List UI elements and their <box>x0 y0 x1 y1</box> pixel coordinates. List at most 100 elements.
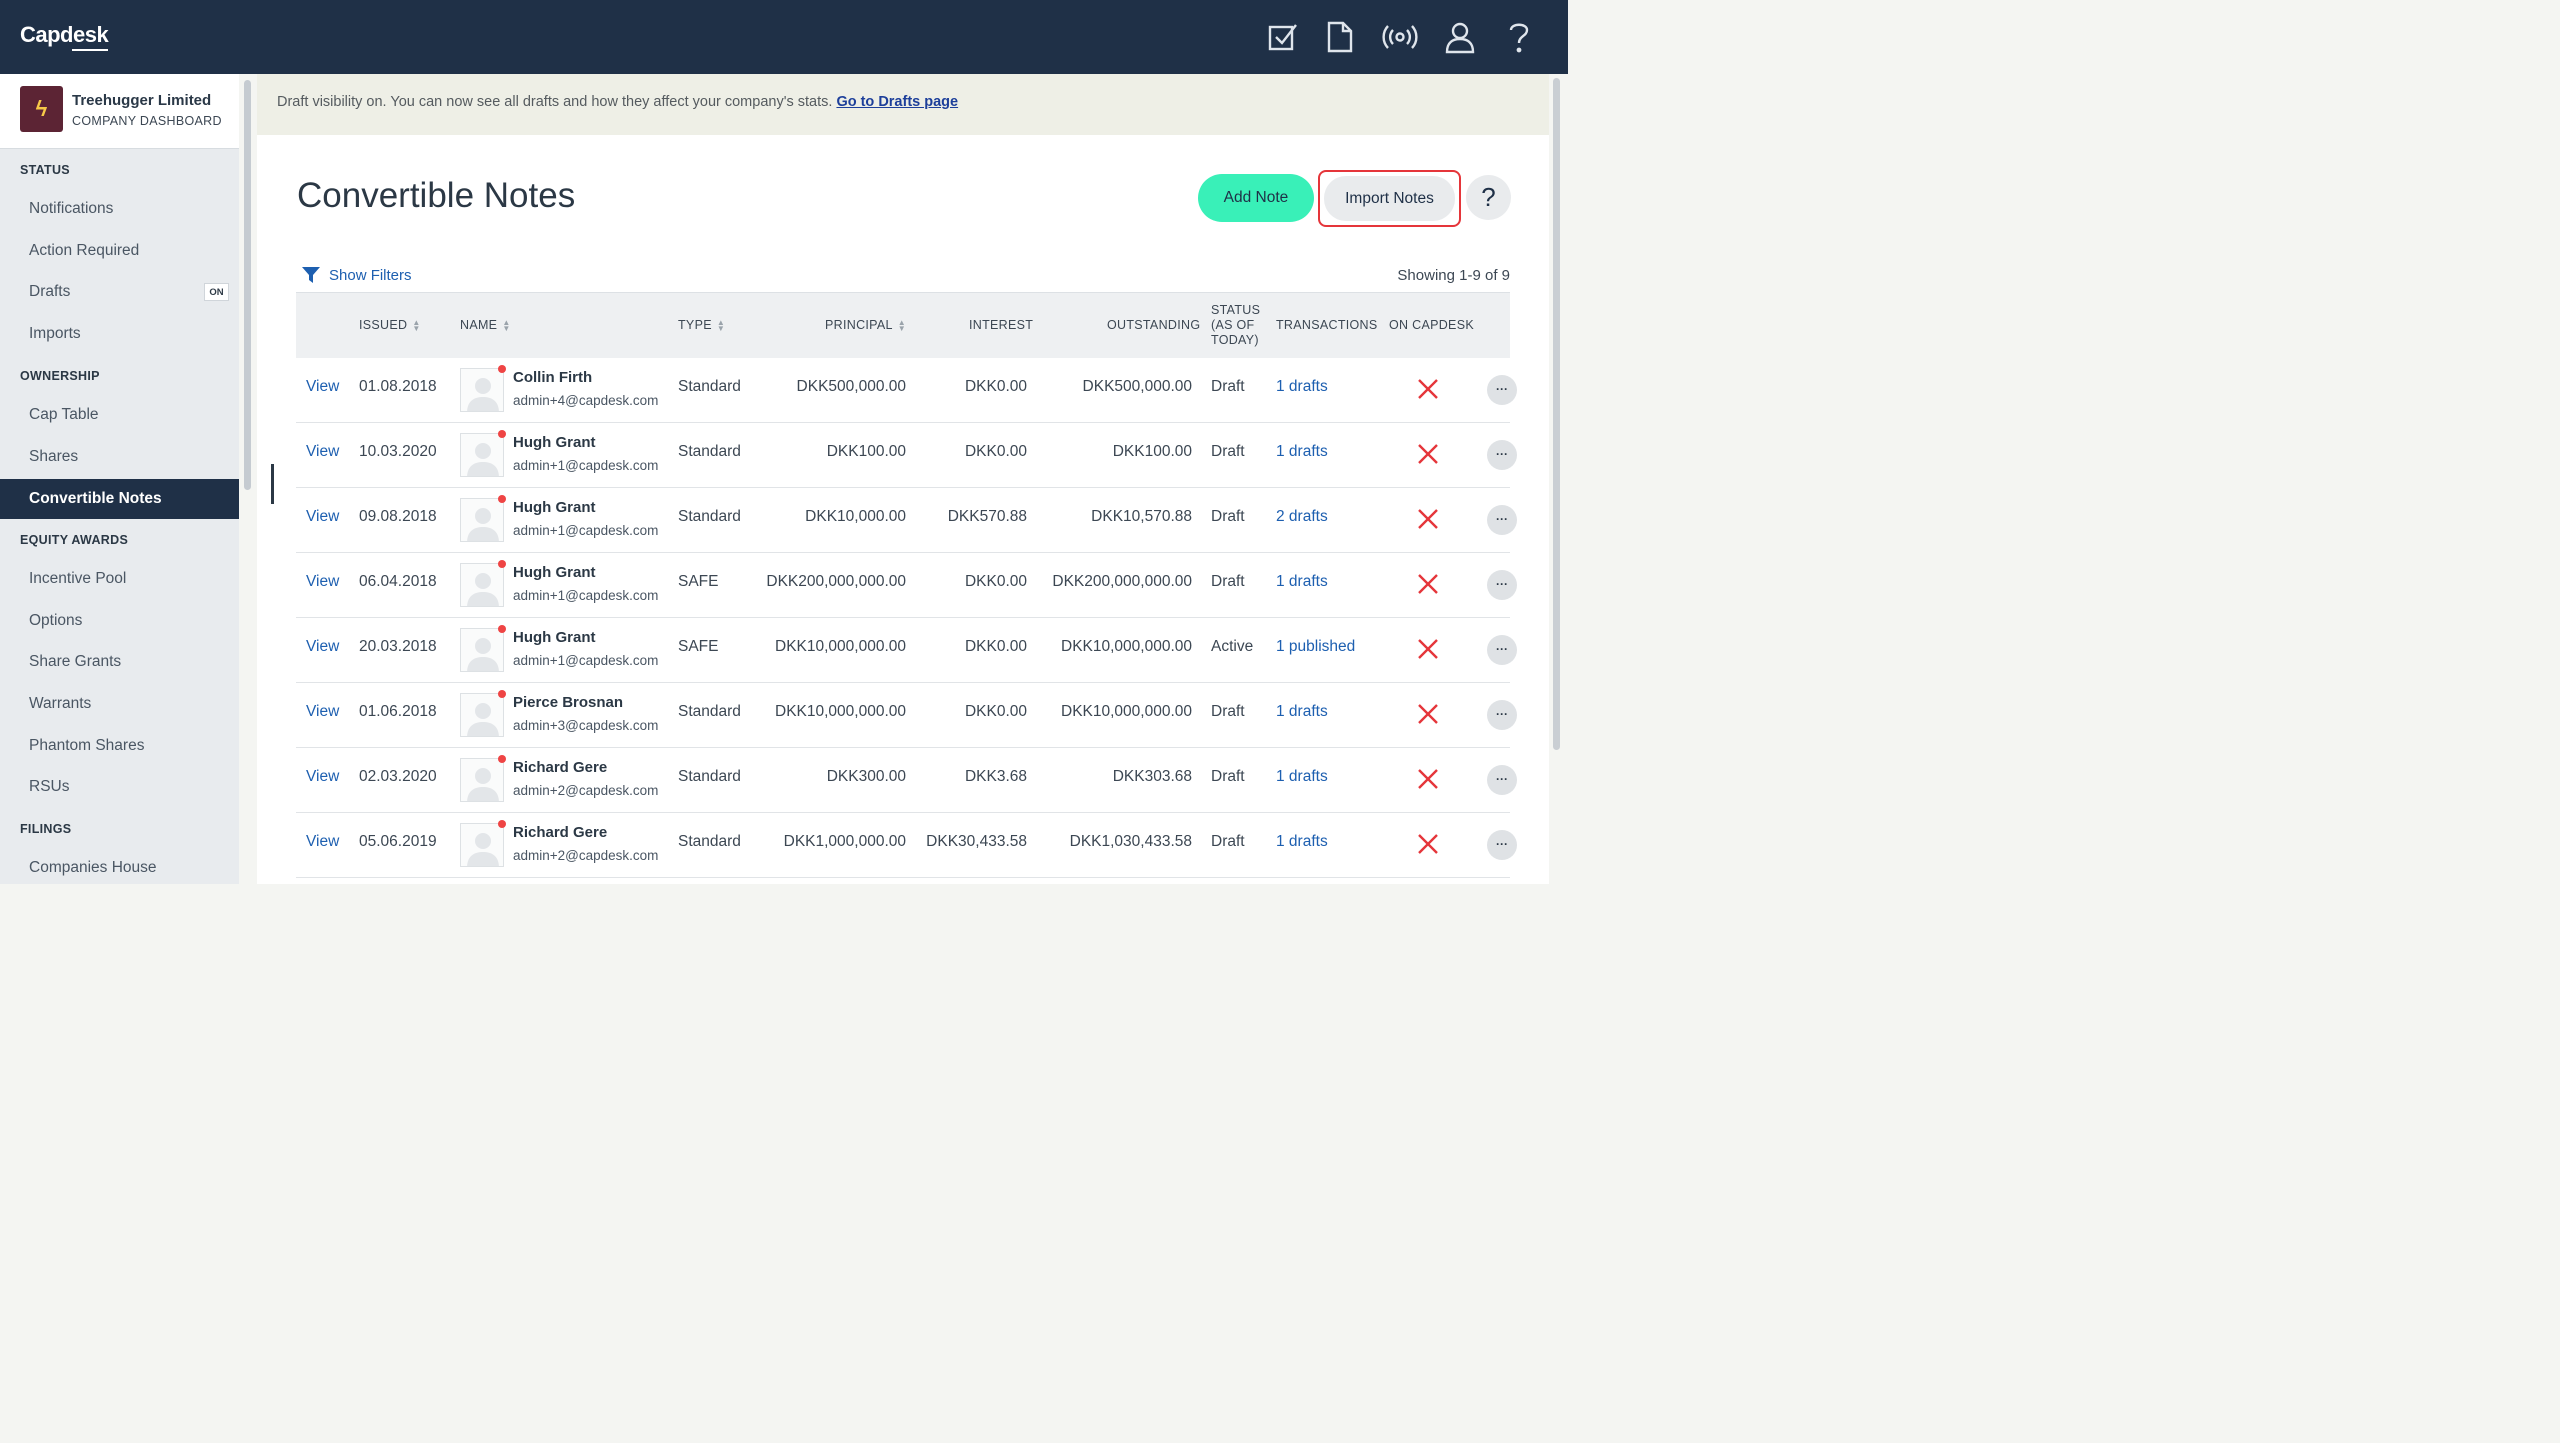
table-header: ISSUED ▲ ▼ NAME ▲ ▼ TYPE ▲ ▼ PRINCIPAL ▲ ▼ INTER… <box>296 292 1510 358</box>
filter-icon <box>302 267 320 283</box>
view-link[interactable]: View <box>306 508 339 526</box>
sidebar-item-action-required[interactable]: Action Required <box>0 231 239 271</box>
note-type: Standard <box>678 768 741 785</box>
sidebar-item-imports[interactable]: Imports <box>0 314 239 354</box>
avatar <box>460 693 504 737</box>
status-header-line: TODAY) <box>1211 333 1259 347</box>
sidebar-item-warrants[interactable]: Warrants <box>0 684 239 724</box>
issued-date: 10.03.2020 <box>359 443 437 460</box>
drafts-on-badge: ON <box>204 283 229 301</box>
principal-amount: DKK10,000,000.00 <box>775 703 906 720</box>
status-dot <box>498 495 506 503</box>
document-icon[interactable] <box>1321 18 1359 56</box>
note-type: Standard <box>678 443 741 460</box>
view-link[interactable]: View <box>306 378 339 396</box>
resize-handle[interactable] <box>271 464 274 504</box>
table-row: View 20.03.2018 Hugh Grant admin+1@capde… <box>296 618 1517 683</box>
note-type: Standard <box>678 378 741 395</box>
note-status: Draft <box>1211 703 1245 720</box>
note-type: SAFE <box>678 573 719 590</box>
column-header-principal[interactable]: PRINCIPAL ▲ ▼ <box>825 318 906 332</box>
not-on-capdesk-icon <box>1418 574 1438 594</box>
go-to-drafts-link[interactable]: Go to Drafts page <box>836 94 958 110</box>
sidebar-item-share-grants[interactable]: Share Grants <box>0 642 239 682</box>
sidebar-item-drafts[interactable]: Drafts ON <box>0 272 239 312</box>
transactions-link[interactable]: 1 drafts <box>1276 378 1328 396</box>
column-header-label: PRINCIPAL <box>825 318 893 332</box>
import-notes-highlight: Import Notes <box>1318 170 1461 227</box>
row-more-actions-button[interactable]: ··· <box>1487 830 1517 860</box>
view-link[interactable]: View <box>306 768 339 786</box>
column-header-label: ISSUED <box>359 318 408 332</box>
sidebar-item-notifications[interactable]: Notifications <box>0 189 239 229</box>
holder-email: admin+2@capdesk.com <box>513 848 659 863</box>
sidebar-item-rsus[interactable]: RSUs <box>0 767 239 807</box>
column-header-name[interactable]: NAME ▲ ▼ <box>460 318 511 332</box>
outstanding-amount: DKK200,000,000.00 <box>1052 573 1192 590</box>
sidebar-item-phantom-shares[interactable]: Phantom Shares <box>0 726 239 766</box>
holder-email: admin+1@capdesk.com <box>513 458 659 473</box>
outstanding-amount: DKK10,000,000.00 <box>1061 638 1192 655</box>
company-subtitle: COMPANY DASHBOARD <box>72 114 222 128</box>
import-notes-button[interactable]: Import Notes <box>1324 176 1455 221</box>
avatar <box>460 823 504 867</box>
principal-amount: DKK1,000,000.00 <box>783 833 906 850</box>
show-filters-toggle[interactable]: Show Filters <box>302 266 412 284</box>
holder-name: Richard Gere <box>513 824 608 841</box>
outstanding-amount: DKK10,000,000.00 <box>1061 703 1192 720</box>
note-type: Standard <box>678 508 741 525</box>
view-link[interactable]: View <box>306 703 339 721</box>
help-icon[interactable] <box>1500 18 1538 56</box>
row-more-actions-button[interactable]: ··· <box>1487 700 1517 730</box>
transactions-link[interactable]: 1 drafts <box>1276 573 1328 591</box>
add-note-button[interactable]: Add Note <box>1198 174 1314 222</box>
transactions-link[interactable]: 1 published <box>1276 638 1355 656</box>
broadcast-icon[interactable] <box>1381 18 1419 56</box>
interest-amount: DKK0.00 <box>964 703 1027 720</box>
row-more-actions-button[interactable]: ··· <box>1487 765 1517 795</box>
outstanding-amount: DKK303.68 <box>1112 768 1192 785</box>
row-more-actions-button[interactable]: ··· <box>1487 440 1517 470</box>
transactions-link[interactable]: 1 drafts <box>1276 768 1328 786</box>
transactions-link[interactable]: 2 drafts <box>1276 508 1328 526</box>
row-more-actions-button[interactable]: ··· <box>1487 375 1517 405</box>
view-link[interactable]: View <box>306 638 339 656</box>
tasks-checkbox-icon[interactable] <box>1264 18 1302 56</box>
holder-email: admin+2@capdesk.com <box>513 783 659 798</box>
app-logo[interactable]: Capdesk <box>20 22 109 51</box>
view-link[interactable]: View <box>306 443 339 461</box>
help-button[interactable]: ? <box>1466 175 1511 220</box>
interest-amount: DKK0.00 <box>964 573 1027 590</box>
row-more-actions-button[interactable]: ··· <box>1487 505 1517 535</box>
sort-icon: ▲ ▼ <box>897 317 906 333</box>
interest-amount: DKK570.88 <box>947 508 1027 525</box>
user-icon[interactable] <box>1441 18 1479 56</box>
sidebar-item-shares[interactable]: Shares <box>0 437 239 477</box>
sidebar-item-cap-table[interactable]: Cap Table <box>0 395 239 435</box>
company-switcher[interactable]: ϟ Treehugger Limited COMPANY DASHBOARD <box>0 74 239 149</box>
transactions-link[interactable]: 1 drafts <box>1276 703 1328 721</box>
page-scrollbar[interactable] <box>1553 78 1560 750</box>
not-on-capdesk-icon <box>1418 769 1438 789</box>
sidebar-scrollbar[interactable] <box>244 80 251 490</box>
row-more-actions-button[interactable]: ··· <box>1487 635 1517 665</box>
transactions-link[interactable]: 1 drafts <box>1276 833 1328 851</box>
sidebar-item-convertible-notes[interactable]: Convertible Notes <box>0 479 239 519</box>
sidebar-item-companies-house[interactable]: Companies House <box>0 848 239 884</box>
table-row: View 01.06.2018 Pierce Brosnan admin+3@c… <box>296 683 1517 748</box>
holder-email: admin+1@capdesk.com <box>513 523 659 538</box>
table-row: View 05.06.2019 Richard Gere admin+2@cap… <box>296 813 1517 878</box>
holder-email: admin+3@capdesk.com <box>513 718 659 733</box>
column-header-issued[interactable]: ISSUED ▲ ▼ <box>359 318 421 332</box>
sidebar-item-incentive-pool[interactable]: Incentive Pool <box>0 559 239 599</box>
column-header-type[interactable]: TYPE ▲ ▼ <box>678 318 725 332</box>
sidebar-item-options[interactable]: Options <box>0 601 239 641</box>
row-more-actions-button[interactable]: ··· <box>1487 570 1517 600</box>
status-dot <box>498 625 506 633</box>
view-link[interactable]: View <box>306 573 339 591</box>
note-status: Active <box>1211 638 1254 655</box>
transactions-link[interactable]: 1 drafts <box>1276 443 1328 461</box>
holder-name: Collin Firth <box>513 369 593 386</box>
view-link[interactable]: View <box>306 833 339 851</box>
note-status: Draft <box>1211 443 1245 460</box>
